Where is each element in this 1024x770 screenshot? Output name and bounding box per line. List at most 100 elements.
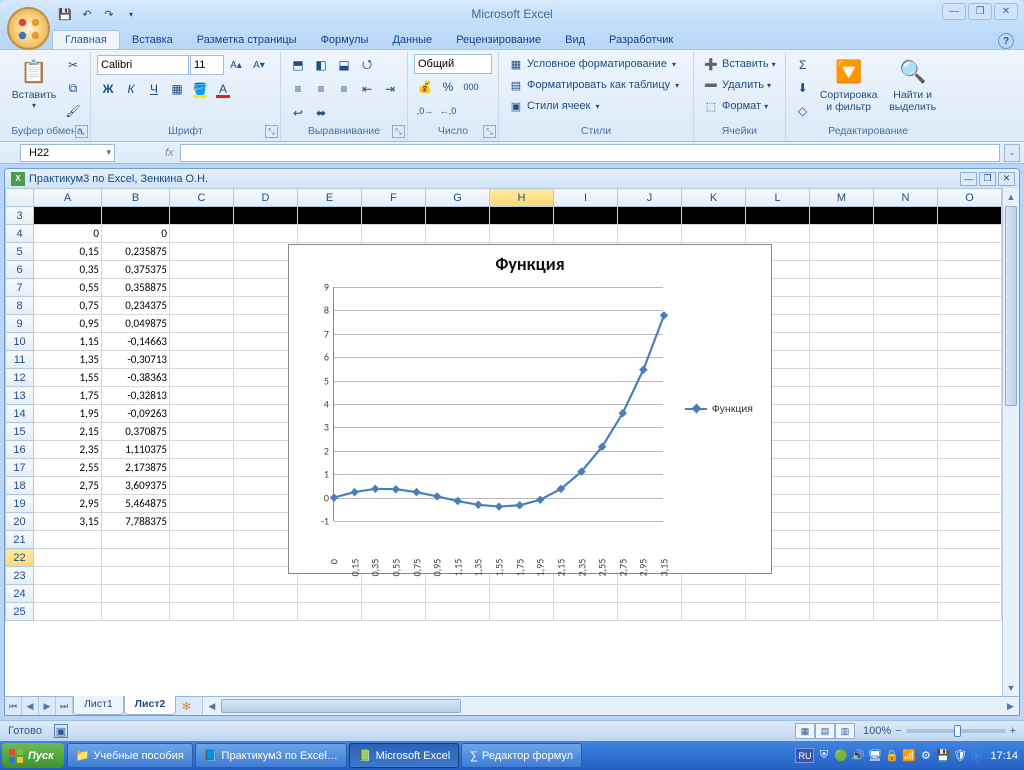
cell-N3[interactable] (874, 207, 938, 225)
col-header-O[interactable]: O (938, 189, 1002, 207)
cell-B8[interactable]: 0,234375 (102, 297, 170, 315)
grow-font-icon[interactable]: A▴ (225, 54, 247, 76)
cell-L4[interactable] (746, 225, 810, 243)
ribbon-tab-3[interactable]: Формулы (309, 31, 381, 49)
cell-C17[interactable] (170, 459, 234, 477)
align-launcher[interactable]: ⤡ (392, 125, 405, 138)
cell-A12[interactable]: 1,55 (34, 369, 102, 387)
cell-C23[interactable] (170, 567, 234, 585)
cell-C9[interactable] (170, 315, 234, 333)
cell-N8[interactable] (874, 297, 938, 315)
cell-E24[interactable] (298, 585, 362, 603)
cell-N13[interactable] (874, 387, 938, 405)
align-top-icon[interactable]: ⬒ (287, 54, 309, 76)
copy-icon[interactable]: ⧉ (62, 77, 84, 99)
cell-O13[interactable] (938, 387, 1002, 405)
col-header-C[interactable]: C (170, 189, 234, 207)
cell-O22[interactable] (938, 549, 1002, 567)
view-pagebreak-icon[interactable]: ▥ (835, 723, 855, 739)
cell-M9[interactable] (810, 315, 874, 333)
close-button[interactable]: ✕ (994, 3, 1018, 20)
cell-H4[interactable] (490, 225, 554, 243)
row-header-14[interactable]: 14 (6, 405, 34, 423)
tray-icon[interactable]: 🔒 (884, 748, 899, 763)
cell-O18[interactable] (938, 477, 1002, 495)
ribbon-tab-7[interactable]: Разработчик (597, 31, 685, 49)
cut-icon[interactable]: ✂ (62, 54, 84, 76)
clipboard-launcher[interactable]: ⤡ (75, 125, 88, 138)
cell-M13[interactable] (810, 387, 874, 405)
horizontal-scrollbar[interactable]: ◀▶ (202, 697, 1019, 715)
language-indicator[interactable]: RU (795, 748, 814, 763)
border-icon[interactable]: ▦ (166, 78, 188, 100)
cell-N22[interactable] (874, 549, 938, 567)
col-header-L[interactable]: L (746, 189, 810, 207)
cell-F4[interactable] (362, 225, 426, 243)
bold-button[interactable]: Ж (97, 78, 119, 100)
cell-O15[interactable] (938, 423, 1002, 441)
help-icon[interactable]: ? (998, 33, 1014, 49)
cell-I25[interactable] (554, 603, 618, 621)
cell-A14[interactable]: 1,95 (34, 405, 102, 423)
cell-F3[interactable] (362, 207, 426, 225)
percent-icon[interactable]: % (437, 76, 459, 98)
ribbon-tab-0[interactable]: Главная (52, 30, 120, 49)
delete-cells-button[interactable]: ➖Удалить▾ (700, 75, 774, 95)
row-header-18[interactable]: 18 (6, 477, 34, 495)
cell-B6[interactable]: 0,375375 (102, 261, 170, 279)
ribbon-tab-1[interactable]: Вставка (120, 31, 185, 49)
cell-A25[interactable] (34, 603, 102, 621)
col-header-I[interactable]: I (554, 189, 618, 207)
col-header-N[interactable]: N (874, 189, 938, 207)
cell-M8[interactable] (810, 297, 874, 315)
taskbar-item-3[interactable]: ∑Редактор формул (461, 743, 582, 768)
cell-B11[interactable]: -0,30713 (102, 351, 170, 369)
indent-inc-icon[interactable]: ⇥ (379, 78, 401, 100)
row-header-11[interactable]: 11 (6, 351, 34, 369)
cell-O4[interactable] (938, 225, 1002, 243)
row-header-21[interactable]: 21 (6, 531, 34, 549)
cell-O17[interactable] (938, 459, 1002, 477)
worksheet-grid[interactable]: ABCDEFGHIJKLMNO3АргументФункция40050,150… (5, 188, 1002, 696)
cell-C16[interactable] (170, 441, 234, 459)
cell-D3[interactable] (234, 207, 298, 225)
cell-O14[interactable] (938, 405, 1002, 423)
cell-N12[interactable] (874, 369, 938, 387)
minimize-button[interactable]: — (942, 3, 966, 20)
col-header-F[interactable]: F (362, 189, 426, 207)
cell-B21[interactable] (102, 531, 170, 549)
cell-C3[interactable] (170, 207, 234, 225)
row-header-7[interactable]: 7 (6, 279, 34, 297)
dec-decimal-icon[interactable]: ←,0 (437, 100, 459, 122)
cell-A17[interactable]: 2,55 (34, 459, 102, 477)
cell-N20[interactable] (874, 513, 938, 531)
cell-O9[interactable] (938, 315, 1002, 333)
cell-A20[interactable]: 3,15 (34, 513, 102, 531)
cell-C24[interactable] (170, 585, 234, 603)
fx-icon[interactable]: fx (165, 147, 174, 159)
cell-A10[interactable]: 1,15 (34, 333, 102, 351)
cell-B10[interactable]: -0,14663 (102, 333, 170, 351)
cell-M10[interactable] (810, 333, 874, 351)
col-header-E[interactable]: E (298, 189, 362, 207)
font-color-icon[interactable]: A (212, 78, 234, 100)
wb-minimize-button[interactable]: — (960, 172, 977, 186)
col-header-J[interactable]: J (618, 189, 682, 207)
qat-more-icon[interactable]: ▾ (121, 4, 141, 24)
cell-O8[interactable] (938, 297, 1002, 315)
underline-button[interactable]: Ч (143, 78, 165, 100)
cell-A9[interactable]: 0,95 (34, 315, 102, 333)
row-header-3[interactable]: 3 (6, 207, 34, 225)
cell-C7[interactable] (170, 279, 234, 297)
merge-icon[interactable]: ⬌ (310, 102, 332, 124)
workbook-titlebar[interactable]: X Практикум3 по Excel, Зенкина О.Н. — ❐ … (5, 169, 1019, 188)
start-button[interactable]: Пуск (2, 743, 64, 768)
row-header-23[interactable]: 23 (6, 567, 34, 585)
cell-N23[interactable] (874, 567, 938, 585)
row-header-22[interactable]: 22 (6, 549, 34, 567)
col-header-H[interactable]: H (490, 189, 554, 207)
cell-M19[interactable] (810, 495, 874, 513)
row-header-6[interactable]: 6 (6, 261, 34, 279)
col-header-G[interactable]: G (426, 189, 490, 207)
sheet-nav-last-icon[interactable]: ⏭ (56, 697, 73, 715)
